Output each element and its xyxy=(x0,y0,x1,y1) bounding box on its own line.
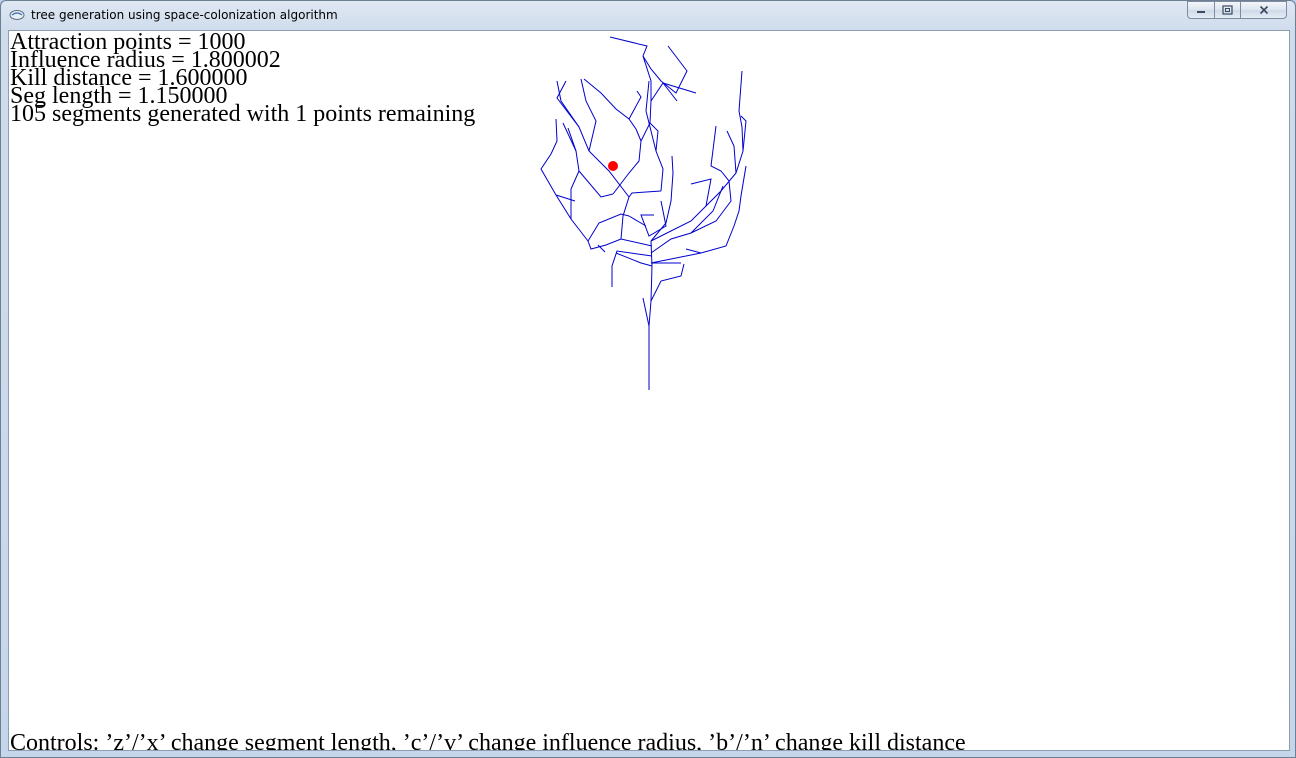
tree-branch xyxy=(690,185,724,234)
minimize-button[interactable] xyxy=(1187,1,1214,19)
remaining-attraction-point xyxy=(608,161,618,171)
tree-branch xyxy=(690,178,712,207)
app-icon xyxy=(9,10,25,20)
app-window: tree generation using space-colonization… xyxy=(0,0,1296,758)
tree-branch xyxy=(726,130,737,174)
tree-branch xyxy=(640,200,667,237)
controls-help-text: Controls: ’z’/’x’ change segment length,… xyxy=(10,730,966,751)
caption-buttons xyxy=(1187,1,1287,20)
tree-branch xyxy=(540,118,589,242)
tree-branch xyxy=(642,297,650,327)
tree-branch xyxy=(580,78,597,152)
tree-branch xyxy=(611,250,653,287)
maximize-icon xyxy=(1222,5,1233,15)
stats-panel: Attraction points = 1000 Influence radiu… xyxy=(10,31,476,127)
tree-branch xyxy=(556,80,630,198)
tree-branch xyxy=(628,90,642,120)
tree-branch xyxy=(650,263,685,302)
tree-branch xyxy=(650,82,697,102)
tree-drawing xyxy=(540,36,747,390)
close-icon xyxy=(1259,5,1268,15)
tree-branch xyxy=(650,70,744,242)
title-bar[interactable]: tree generation using space-colonization… xyxy=(1,1,1295,30)
tree-branch xyxy=(567,127,580,219)
maximize-button[interactable] xyxy=(1214,1,1240,19)
tree-branch xyxy=(556,80,580,128)
render-canvas[interactable]: Attraction points = 1000 Influence radiu… xyxy=(8,30,1290,751)
tree-branch xyxy=(650,165,747,264)
minimize-icon xyxy=(1197,11,1205,13)
close-button[interactable] xyxy=(1240,1,1287,19)
tree-branch xyxy=(685,248,702,254)
tree-branch xyxy=(609,36,652,142)
tree-branch xyxy=(562,122,577,152)
segments-summary: 105 segments generated with 1 points rem… xyxy=(10,101,476,127)
tree-branch xyxy=(650,125,732,254)
tree-branch xyxy=(578,170,614,198)
window-title: tree generation using space-colonization… xyxy=(31,8,338,22)
tree-branch xyxy=(740,115,747,152)
